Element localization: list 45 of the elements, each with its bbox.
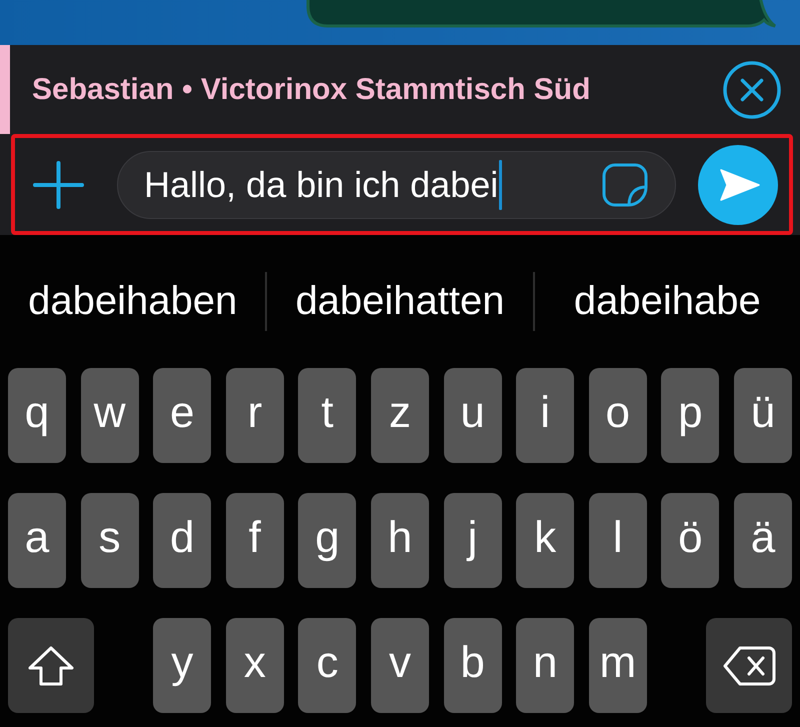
close-button[interactable] <box>723 60 781 118</box>
reply-header-text: Sebastian • Victorinox Stammtisch Süd <box>32 72 590 106</box>
keyboard-key[interactable]: a <box>8 493 66 588</box>
backspace-icon <box>722 644 776 686</box>
attach-button[interactable] <box>33 160 84 208</box>
keyboard-key[interactable]: s <box>80 493 139 588</box>
sticker-button[interactable] <box>601 162 649 208</box>
keyboard-key[interactable]: f <box>226 493 284 588</box>
keyboard-key[interactable]: n <box>516 618 574 713</box>
keyboard-key[interactable]: w <box>80 368 139 463</box>
keyboard-key[interactable]: c <box>298 618 356 713</box>
keyboard-key[interactable]: k <box>516 493 574 588</box>
keyboard-key[interactable]: v <box>371 618 429 713</box>
keyboard-key[interactable]: p <box>661 368 720 463</box>
send-icon <box>720 168 760 200</box>
keyboard-key[interactable]: i <box>516 368 574 463</box>
close-icon <box>723 60 781 118</box>
keyboard-key[interactable]: t <box>298 368 356 463</box>
suggestion-item[interactable]: dabeihabe <box>534 272 800 331</box>
shift-icon <box>26 644 76 686</box>
keyboard-key[interactable]: j <box>444 493 502 588</box>
keyboard-key[interactable]: q <box>8 368 66 463</box>
suggestion-item[interactable]: dabeihaben <box>0 272 266 331</box>
suggestion-item[interactable]: dabeihatten <box>267 272 533 331</box>
keyboard-key[interactable]: r <box>226 368 284 463</box>
keyboard-key[interactable]: m <box>588 618 647 713</box>
keyboard-key[interactable]: ü <box>734 368 792 463</box>
keyboard-key[interactable]: b <box>444 618 502 713</box>
message-input-field[interactable]: Hallo, da bin ich dabei <box>117 150 676 218</box>
sticker-icon <box>601 162 649 208</box>
keyboard-key[interactable]: ä <box>734 493 792 588</box>
backspace-key[interactable] <box>706 618 792 713</box>
plus-icon <box>33 160 84 208</box>
keyboard-key[interactable]: d <box>153 493 212 588</box>
keyboard-key[interactable]: g <box>298 493 356 588</box>
keyboard-key[interactable]: u <box>444 368 502 463</box>
keyboard-key[interactable]: y <box>153 618 212 713</box>
keyboard-key[interactable]: ö <box>661 493 720 588</box>
keyboard-key[interactable]: z <box>370 368 429 463</box>
keyboard-key[interactable]: o <box>588 368 647 463</box>
keyboard-key[interactable]: l <box>588 493 647 588</box>
shift-key[interactable] <box>8 618 94 713</box>
keyboard-key[interactable]: x <box>226 618 284 713</box>
keyboard-key[interactable]: h <box>370 493 429 588</box>
keyboard-key[interactable]: e <box>153 368 212 463</box>
